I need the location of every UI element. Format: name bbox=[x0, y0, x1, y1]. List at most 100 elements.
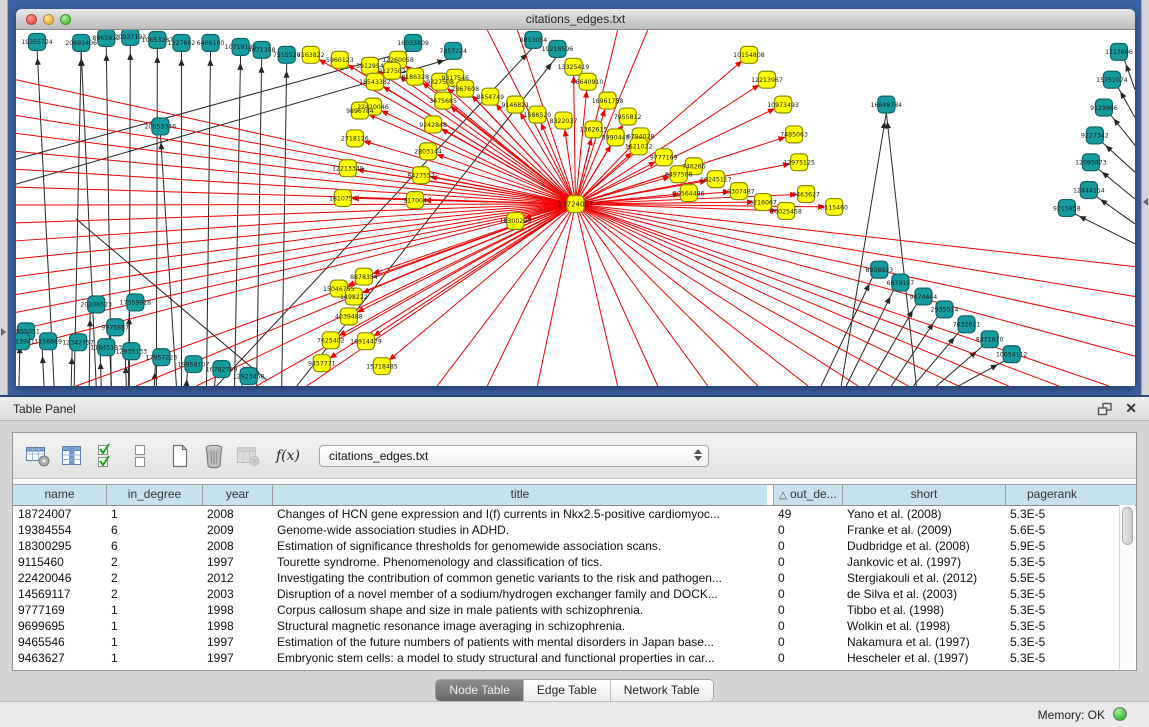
east-collapse-handle-icon[interactable] bbox=[1143, 198, 1148, 206]
table-cell: 6 bbox=[106, 539, 202, 553]
graph-edge[interactable] bbox=[576, 204, 1136, 326]
graph-edge[interactable] bbox=[364, 204, 576, 277]
graph-edge[interactable] bbox=[354, 204, 576, 296]
table-cell: Yano et al. (2008) bbox=[842, 507, 1005, 521]
graph-edge[interactable] bbox=[846, 289, 894, 386]
graph-edge[interactable] bbox=[235, 54, 241, 386]
graph-edge[interactable] bbox=[576, 204, 758, 386]
graph-edge[interactable] bbox=[282, 62, 287, 386]
column-header-name[interactable]: name bbox=[13, 485, 106, 505]
column-header-in-degree[interactable]: in_degree bbox=[106, 485, 202, 505]
west-collapse-handle-icon[interactable] bbox=[1, 328, 6, 336]
table-vertical-scrollbar[interactable] bbox=[1119, 505, 1135, 669]
float-panel-icon[interactable] bbox=[1097, 402, 1113, 421]
column-header-title[interactable]: title bbox=[272, 485, 767, 505]
table-cell: 5.9E-5 bbox=[1005, 539, 1098, 553]
graph-node-label: 2935514 bbox=[931, 307, 959, 314]
graph-edge[interactable] bbox=[16, 151, 576, 204]
table-row[interactable]: 1830029562008Estimation of significance … bbox=[13, 538, 1136, 554]
tab-edge-table[interactable]: Edge Table bbox=[523, 680, 610, 701]
table-row[interactable]: 2242004622012Investigating the contribut… bbox=[13, 570, 1136, 586]
table-cell: 2003 bbox=[202, 587, 272, 601]
graph-edge[interactable] bbox=[576, 204, 1136, 356]
graph-edge[interactable] bbox=[42, 347, 44, 386]
table-cell: 5.3E-5 bbox=[1005, 603, 1098, 617]
graph-edge[interactable] bbox=[71, 348, 72, 386]
graph-edge[interactable] bbox=[1123, 56, 1135, 90]
graph-node-label: 9463627 bbox=[792, 191, 820, 198]
column-header-year[interactable]: year bbox=[202, 485, 272, 505]
graph-edge[interactable] bbox=[576, 204, 959, 386]
table-row[interactable]: 969969511998Structural magnetic resonanc… bbox=[13, 618, 1136, 634]
table-row[interactable]: 911546021997Tourette syndrome. Phenomeno… bbox=[13, 554, 1136, 570]
graph-edge[interactable] bbox=[1116, 84, 1135, 118]
network-table-selector[interactable]: citations_edges.txt bbox=[319, 445, 709, 467]
graph-edge[interactable] bbox=[16, 204, 576, 205]
graph-edge[interactable] bbox=[576, 204, 1009, 386]
table-cell: 19384554 bbox=[13, 523, 106, 537]
graph-node-label: 1362615 bbox=[580, 127, 608, 134]
graph-edge[interactable] bbox=[257, 57, 262, 386]
graph-edge[interactable] bbox=[355, 138, 576, 204]
table-row[interactable]: 946362711997Embryonic stem cells: a mode… bbox=[13, 650, 1136, 666]
graph-edge[interactable] bbox=[16, 204, 576, 294]
delete-columns-button[interactable] bbox=[197, 441, 231, 471]
graph-node-label: 2367608 bbox=[451, 86, 479, 93]
table-row[interactable]: 946554611997Estimation of the future num… bbox=[13, 634, 1136, 650]
table-cell: 2008 bbox=[202, 507, 272, 521]
table-row[interactable]: 1456911722003Disruption of a novel membe… bbox=[13, 586, 1136, 602]
show-hide-columns-button[interactable] bbox=[55, 441, 89, 471]
column-header-short[interactable]: short bbox=[842, 485, 1005, 505]
graph-edge[interactable] bbox=[433, 124, 575, 204]
function-builder-button[interactable]: f(x) bbox=[271, 441, 305, 471]
table-row[interactable]: 1938455462009Genome-wide association stu… bbox=[13, 522, 1136, 538]
column-header-pagerank[interactable]: pagerank bbox=[1005, 485, 1098, 505]
graph-edge[interactable] bbox=[1099, 139, 1135, 172]
graph-edge[interactable] bbox=[16, 204, 576, 348]
graph-edge[interactable] bbox=[257, 204, 576, 386]
network-canvas[interactable]: 1372400719355724206914068965912209371931… bbox=[16, 30, 1135, 386]
graph-node-label: 10654112 bbox=[996, 351, 1028, 358]
graph-edge[interactable] bbox=[1108, 112, 1135, 146]
graph-edge[interactable] bbox=[576, 204, 618, 386]
deselect-all-rows-button[interactable] bbox=[123, 441, 157, 471]
graph-edge[interactable] bbox=[821, 276, 873, 386]
graph-node-label: 3475685 bbox=[429, 98, 457, 105]
create-column-button[interactable] bbox=[163, 441, 197, 471]
table-options-button[interactable] bbox=[21, 441, 55, 471]
table-cell: Stergiakouli et al. (2012) bbox=[842, 571, 1005, 585]
table-cell: Embryonic stem cells: a model to study s… bbox=[272, 651, 767, 665]
graph-node-label: 9115460 bbox=[820, 204, 848, 211]
graph-node-label: 12444154 bbox=[1073, 187, 1105, 194]
graph-edge[interactable] bbox=[576, 204, 1109, 386]
close-panel-icon[interactable]: ✕ bbox=[1125, 400, 1137, 417]
graph-edge[interactable] bbox=[16, 133, 576, 204]
tab-network-table[interactable]: Network Table bbox=[610, 680, 713, 701]
graph-edge[interactable] bbox=[576, 204, 658, 386]
graph-node-label: 10973493 bbox=[767, 102, 799, 109]
graph-edge[interactable] bbox=[207, 50, 211, 386]
graph-node-label: 12935133 bbox=[115, 349, 147, 356]
graph-node-label: 19307487 bbox=[723, 188, 755, 195]
graph-edge[interactable] bbox=[1093, 194, 1135, 224]
graph-edge[interactable] bbox=[16, 204, 576, 241]
table-row[interactable]: 977716911998Corpus callosum shape and si… bbox=[13, 602, 1136, 618]
graph-edge[interactable] bbox=[573, 67, 575, 204]
scrollbar-thumb[interactable] bbox=[1122, 507, 1133, 545]
tab-node-table[interactable]: Node Table bbox=[436, 680, 523, 701]
memory-ok-indicator[interactable] bbox=[1113, 707, 1127, 721]
graph-edge[interactable] bbox=[156, 47, 157, 386]
graph-edge[interactable] bbox=[576, 204, 809, 386]
column-header-out-degree[interactable]: △out_de... bbox=[773, 485, 842, 505]
graph-node-label: 1117606 bbox=[1105, 49, 1133, 56]
table-row[interactable]: 1872400712008Changes of HCN gene express… bbox=[13, 506, 1136, 522]
graph-edge[interactable] bbox=[100, 353, 101, 386]
select-all-rows-button[interactable] bbox=[89, 441, 123, 471]
graph-node-label: 2718126 bbox=[341, 136, 369, 143]
graph-edge[interactable] bbox=[437, 204, 575, 386]
table-cell: 5.3E-5 bbox=[1005, 587, 1098, 601]
graph-node-label: 8878354 bbox=[350, 274, 378, 281]
graph-node-label: 4671358 bbox=[248, 47, 276, 54]
graph-edge[interactable] bbox=[16, 204, 576, 277]
network-window-titlebar[interactable]: citations_edges.txt bbox=[16, 9, 1135, 30]
